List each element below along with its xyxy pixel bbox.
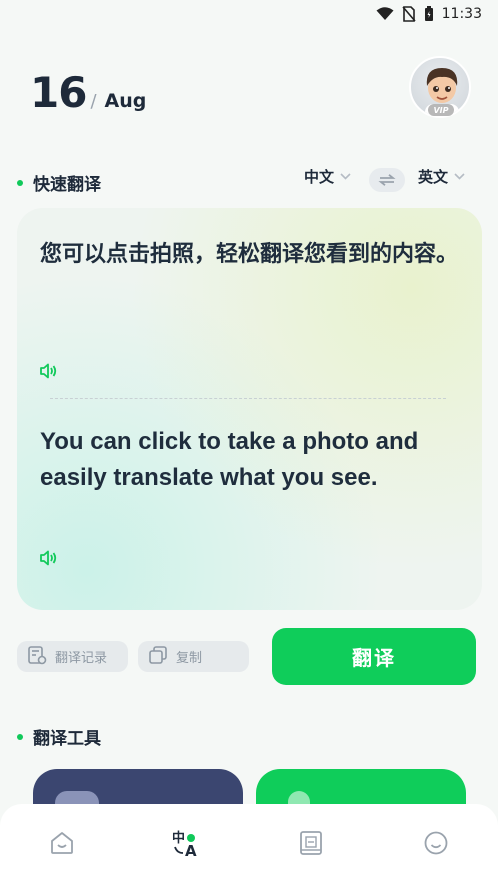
copy-label: 复制 [176, 651, 203, 666]
date-month: Aug [104, 90, 147, 112]
chevron-down-icon [454, 170, 465, 183]
no-sim-icon [402, 6, 416, 22]
speaker-icon[interactable] [39, 549, 59, 569]
nav-home[interactable] [32, 830, 92, 860]
date-day: 16 [30, 68, 87, 117]
chevron-down-icon [340, 170, 351, 183]
section-dot [17, 733, 23, 740]
translate-icon: 中A [172, 829, 202, 861]
speaker-icon[interactable] [39, 362, 59, 382]
wifi-icon [376, 7, 394, 21]
date-display: 16 / Aug [30, 68, 146, 117]
svg-text:A: A [185, 842, 197, 857]
history-button[interactable]: 翻译记录 [17, 641, 128, 672]
quick-translate-title: 快速翻译 [33, 175, 101, 195]
nav-translate[interactable]: 中A [157, 830, 217, 860]
quick-translate-heading: 快速翻译 [17, 170, 101, 195]
profile-icon [423, 830, 449, 860]
copy-icon [148, 645, 168, 669]
tools-heading: 翻译工具 [17, 724, 101, 749]
source-text[interactable]: 您可以点击拍照，轻松翻译您看到的内容。 [40, 236, 460, 274]
nav-dictionary[interactable] [281, 830, 341, 860]
translate-button[interactable]: 翻译 [272, 628, 476, 685]
swap-icon [378, 171, 396, 190]
battery-icon [424, 6, 434, 22]
card-divider [50, 398, 446, 399]
source-language-select[interactable]: 中文 [304, 166, 351, 187]
section-dot [17, 179, 23, 186]
status-bar: 11:33 [0, 0, 498, 28]
date-separator: / [90, 91, 97, 112]
home-icon [49, 830, 75, 860]
tools-title: 翻译工具 [33, 729, 101, 749]
target-text[interactable]: You can click to take a photo and easily… [40, 424, 460, 496]
source-language-label: 中文 [304, 168, 335, 186]
target-language-label: 英文 [418, 168, 449, 186]
nav-profile[interactable] [406, 830, 466, 860]
bottom-navigation: 中A [0, 804, 498, 885]
swap-languages-button[interactable] [369, 168, 405, 192]
history-label: 翻译记录 [55, 651, 108, 666]
dictionary-icon [299, 830, 323, 860]
target-language-select[interactable]: 英文 [418, 166, 465, 187]
status-time: 11:33 [441, 6, 482, 22]
vip-badge: VIP [428, 104, 454, 116]
history-icon [27, 645, 47, 669]
svg-text:中: 中 [172, 830, 185, 846]
copy-button[interactable]: 复制 [138, 641, 249, 672]
